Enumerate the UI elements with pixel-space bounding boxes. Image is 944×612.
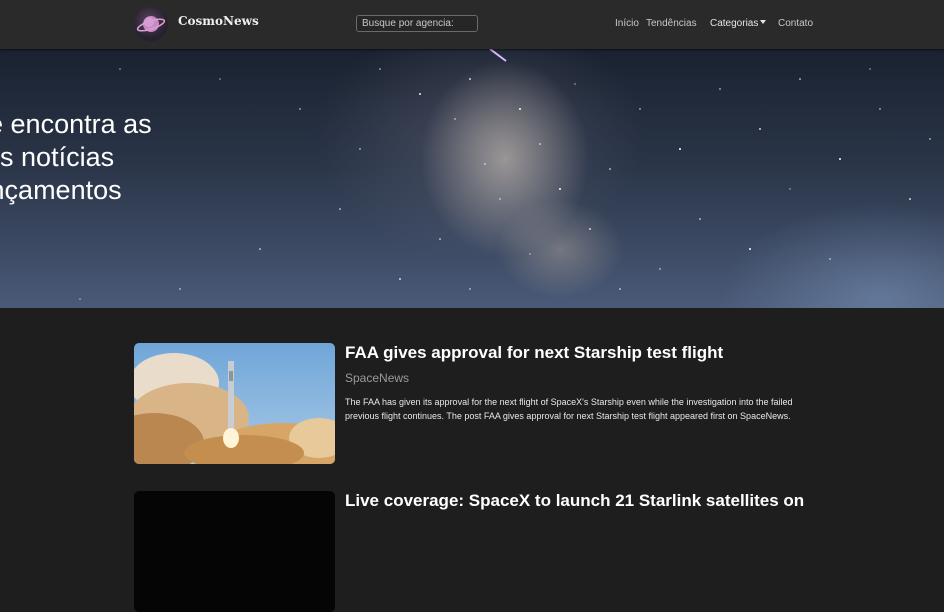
nav-trends[interactable]: Tendências [646,18,697,29]
nav-contact[interactable]: Contato [778,18,813,29]
caret-down-icon [760,20,767,24]
hero-banner: você encontra as hores notícias e lançam… [0,49,944,308]
planet-logo-icon[interactable] [134,7,168,41]
nav-home[interactable]: Início [615,18,639,29]
nav-categories-label: Categorias [710,18,759,29]
hero-line: você encontra as [0,109,152,139]
hero-headline: você encontra as hores notícias e lançam… [0,108,276,240]
news-card[interactable]: FAA gives approval for next Starship tes… [134,343,814,465]
hero-line: hores notícias [0,142,115,172]
article-summary: The FAA has given its approval for the n… [345,397,793,421]
nav-categories-dropdown[interactable]: Categorias [710,18,767,29]
brand-name[interactable]: CosmoNews [178,14,259,28]
news-card[interactable]: Live coverage: SpaceX to launch 21 Starl… [134,491,814,612]
search-input[interactable] [356,15,478,32]
article-image[interactable] [134,491,335,612]
article-source: SpaceNews [345,371,410,385]
article-title[interactable]: Live coverage: SpaceX to launch 21 Starl… [345,491,804,511]
navbar: CosmoNews Início Tendências Categorias C… [0,0,944,49]
hero-line: ciais [0,207,276,240]
article-image[interactable] [134,343,335,464]
hero-line: e lançamentos [0,175,122,205]
article-title[interactable]: FAA gives approval for next Starship tes… [345,343,723,363]
